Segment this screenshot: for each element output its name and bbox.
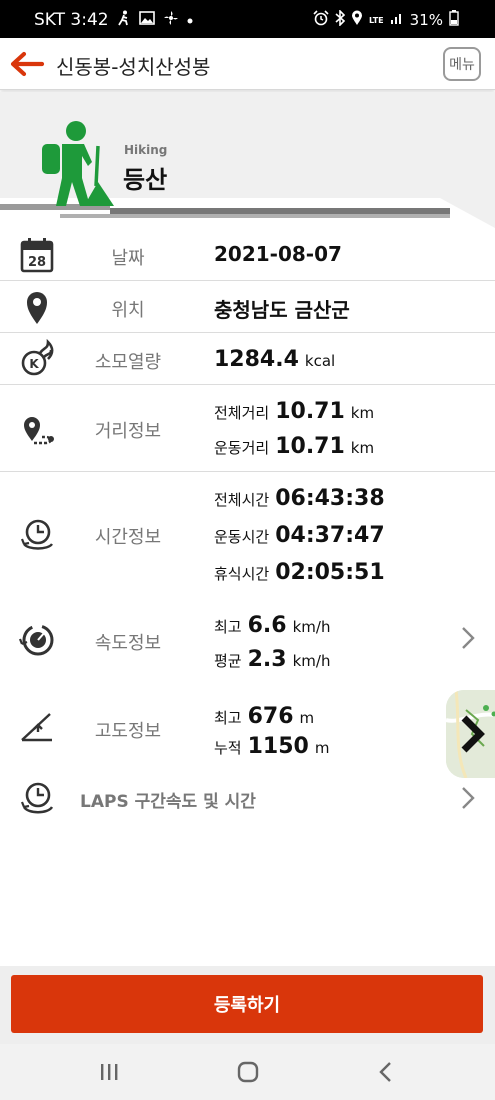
location-value: 충청남도 금산군	[214, 298, 350, 322]
activity-title: 등산	[123, 166, 168, 194]
rest-time-value: 02:05:51	[275, 560, 385, 585]
cumulative-altitude-value: 1150	[247, 734, 309, 759]
total-distance-value: 10.71	[275, 399, 345, 424]
exercise-distance-unit: km	[350, 439, 375, 457]
calories-value-group: 1284.4 kcal	[214, 347, 335, 372]
total-time: 전체시간 06:43:38	[214, 486, 385, 511]
fan-icon	[163, 10, 179, 30]
back-button[interactable]	[8, 48, 46, 80]
avg-speed: 평균 2.3 km/h	[214, 647, 330, 672]
map-thumbnail-button[interactable]	[446, 690, 495, 778]
exercise-distance-value: 10.71	[275, 434, 345, 459]
app-header: 신동봉-성치산성봉 메뉴	[0, 38, 495, 90]
avg-speed-unit: km/h	[292, 652, 331, 670]
laps-stopwatch-icon	[20, 782, 54, 814]
row-speed[interactable]: 속도정보 최고 6.6 km/h 평균 2.3 km/h	[0, 596, 495, 684]
home-icon[interactable]	[228, 1058, 268, 1086]
calorie-flame-icon: K	[21, 339, 54, 376]
calories-label: 소모열량	[94, 352, 162, 373]
exercise-time: 운동시간 04:37:47	[214, 523, 385, 548]
avg-speed-key: 평균	[214, 652, 242, 670]
max-altitude-key: 최고	[214, 709, 242, 727]
speed-label: 속도정보	[94, 633, 162, 654]
row-altitude[interactable]: 고도정보 최고 676 m 누적 1150 m	[0, 684, 495, 772]
altitude-slope-icon	[21, 713, 52, 742]
cumulative-altitude: 누적 1150 m	[214, 734, 329, 759]
page-title: 신동봉-성치산성봉	[56, 55, 211, 79]
calories-value: 1284.4	[214, 347, 299, 372]
max-speed-key: 최고	[214, 618, 242, 636]
rest-time: 휴식시간 02:05:51	[214, 560, 385, 585]
gallery-icon	[138, 11, 155, 29]
row-date: 28 날짜 2021-08-07	[0, 229, 495, 281]
avg-speed-value: 2.3	[247, 647, 287, 672]
laps-chevron-right-icon[interactable]	[461, 786, 475, 810]
hiking-icon	[42, 121, 114, 206]
row-location: 위치 충청남도 금산군	[0, 281, 495, 333]
signal-icon	[390, 11, 404, 29]
bluetooth-icon	[335, 9, 346, 30]
activity-english: Hiking	[124, 143, 168, 157]
max-altitude: 최고 676 m	[214, 704, 314, 729]
menu-button[interactable]: 메뉴	[443, 47, 481, 81]
register-button[interactable]: 등록하기	[11, 975, 483, 1033]
activity-banner: Hiking 등산	[0, 92, 495, 228]
total-distance-key: 전체거리	[214, 404, 270, 422]
map-preview	[446, 690, 495, 778]
battery-percent: 31%	[409, 11, 443, 29]
max-altitude-value: 676	[247, 704, 294, 729]
rest-time-key: 휴식시간	[214, 565, 270, 583]
exercise-distance: 운동거리 10.71 km	[214, 434, 374, 459]
max-speed-value: 6.6	[247, 613, 287, 638]
recent-apps-icon[interactable]	[89, 1058, 129, 1086]
calories-unit: kcal	[304, 352, 336, 370]
status-time: SKT 3:42	[34, 10, 109, 30]
max-speed-unit: km/h	[292, 618, 331, 636]
bottom-action-area: 등록하기	[0, 966, 495, 1044]
distance-label: 거리정보	[94, 421, 162, 442]
total-time-key: 전체시간	[214, 491, 270, 509]
location-pin-icon	[27, 292, 47, 324]
max-speed: 최고 6.6 km/h	[214, 613, 330, 638]
cumulative-altitude-unit: m	[314, 739, 330, 757]
calendar-day: 28	[28, 255, 46, 270]
cumulative-altitude-key: 누적	[214, 739, 242, 757]
laps-label: LAPS 구간속도 및 시간	[80, 792, 256, 812]
max-altitude-unit: m	[299, 709, 315, 727]
exercise-distance-key: 운동거리	[214, 439, 270, 457]
alarm-icon	[313, 10, 329, 30]
total-distance: 전체거리 10.71 km	[214, 399, 374, 424]
walk-notify-icon	[117, 10, 131, 30]
date-value: 2021-08-07	[214, 242, 342, 266]
status-bar: SKT 3:42 LTE 31%	[0, 0, 495, 38]
distance-route-icon	[24, 417, 54, 445]
total-distance-unit: km	[350, 404, 375, 422]
altitude-label: 고도정보	[94, 721, 162, 742]
row-distance: 거리정보 전체거리 10.71 km 운동거리 10.71 km	[0, 385, 495, 472]
lte-icon: LTE	[368, 15, 384, 25]
dot-icon	[187, 12, 193, 28]
exercise-time-key: 운동시간	[214, 528, 270, 546]
row-time: 시간정보 전체시간 06:43:38 운동시간 04:37:47 휴식시간 02…	[0, 472, 495, 596]
back-arrow-icon	[10, 51, 45, 77]
location-icon	[351, 10, 363, 30]
calendar-icon: 28	[20, 238, 54, 273]
date-label: 날짜	[111, 248, 145, 269]
row-calories: K 소모열량 1284.4 kcal	[0, 333, 495, 385]
exercise-time-value: 04:37:47	[275, 523, 385, 548]
total-time-value: 06:43:38	[275, 486, 385, 511]
time-label: 시간정보	[94, 527, 162, 548]
speedometer-icon	[18, 624, 54, 656]
location-label: 위치	[111, 300, 145, 321]
row-laps[interactable]: LAPS 구간속도 및 시간	[0, 772, 495, 824]
back-nav-icon[interactable]	[366, 1058, 406, 1086]
calorie-icon-letter: K	[29, 357, 39, 371]
chevron-right-icon[interactable]	[461, 626, 475, 650]
system-nav-bar	[0, 1044, 495, 1100]
battery-icon	[449, 10, 459, 30]
stopwatch-icon	[20, 519, 53, 550]
detail-list: 28 날짜 2021-08-07 위치 충청남도 금산군 K 소모열량 1284…	[0, 229, 495, 824]
